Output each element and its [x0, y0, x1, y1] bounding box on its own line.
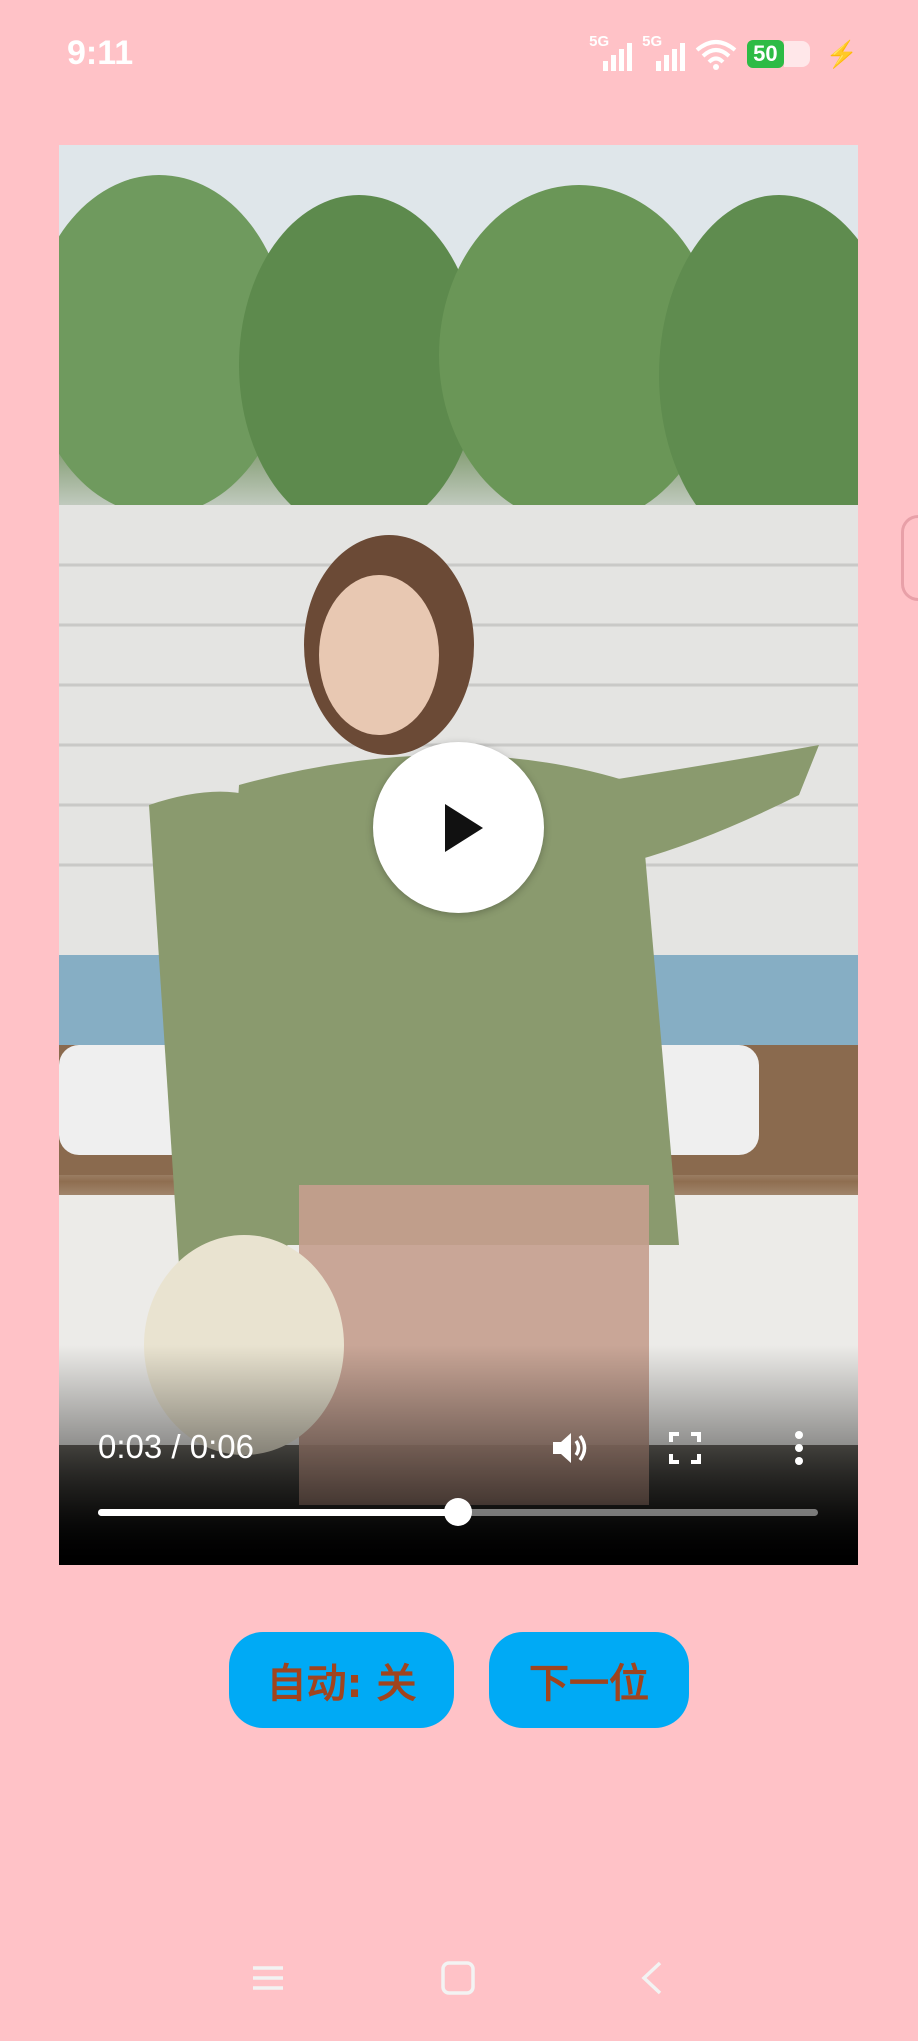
signal-icon: 5G [589, 33, 633, 71]
charging-icon: ⚡ [825, 38, 858, 69]
back-icon[interactable] [635, 1960, 671, 1996]
seek-bar[interactable] [98, 1498, 818, 1526]
time-separator: / [171, 1428, 181, 1465]
duration: 0:06 [189, 1428, 254, 1465]
video-player[interactable]: 0:03 / 0:06 [59, 145, 858, 1565]
edge-swipe-handle[interactable] [901, 515, 918, 601]
navigation-bar [0, 1940, 918, 2020]
status-time: 9:11 [67, 34, 134, 72]
battery-icon: 50 [747, 39, 810, 69]
current-time: 0:03 [98, 1428, 163, 1465]
seek-thumb[interactable] [444, 1498, 472, 1526]
wifi-icon [695, 40, 737, 70]
auto-toggle-button[interactable]: 自动: 关 [229, 1632, 454, 1728]
network-type-2: 5G [642, 33, 663, 50]
status-bar: 9:11 5G 5G 50 ⚡ [0, 0, 918, 110]
play-icon [444, 803, 483, 852]
signal-icon-2: 5G [642, 33, 686, 71]
battery-level: 50 [747, 40, 784, 68]
play-button[interactable] [373, 742, 544, 913]
status-icons: 5G 5G 50 ⚡ [589, 33, 858, 74]
fullscreen-icon[interactable] [665, 1428, 705, 1468]
menu-icon[interactable] [250, 1960, 286, 1996]
time-display: 0:03 / 0:06 [98, 1428, 254, 1466]
more-icon[interactable] [779, 1428, 819, 1468]
network-type-1: 5G [589, 33, 610, 50]
volume-icon[interactable] [549, 1428, 589, 1468]
seek-bar-fill [98, 1509, 458, 1516]
home-icon[interactable] [440, 1960, 476, 1996]
next-button[interactable]: 下一位 [489, 1632, 689, 1728]
